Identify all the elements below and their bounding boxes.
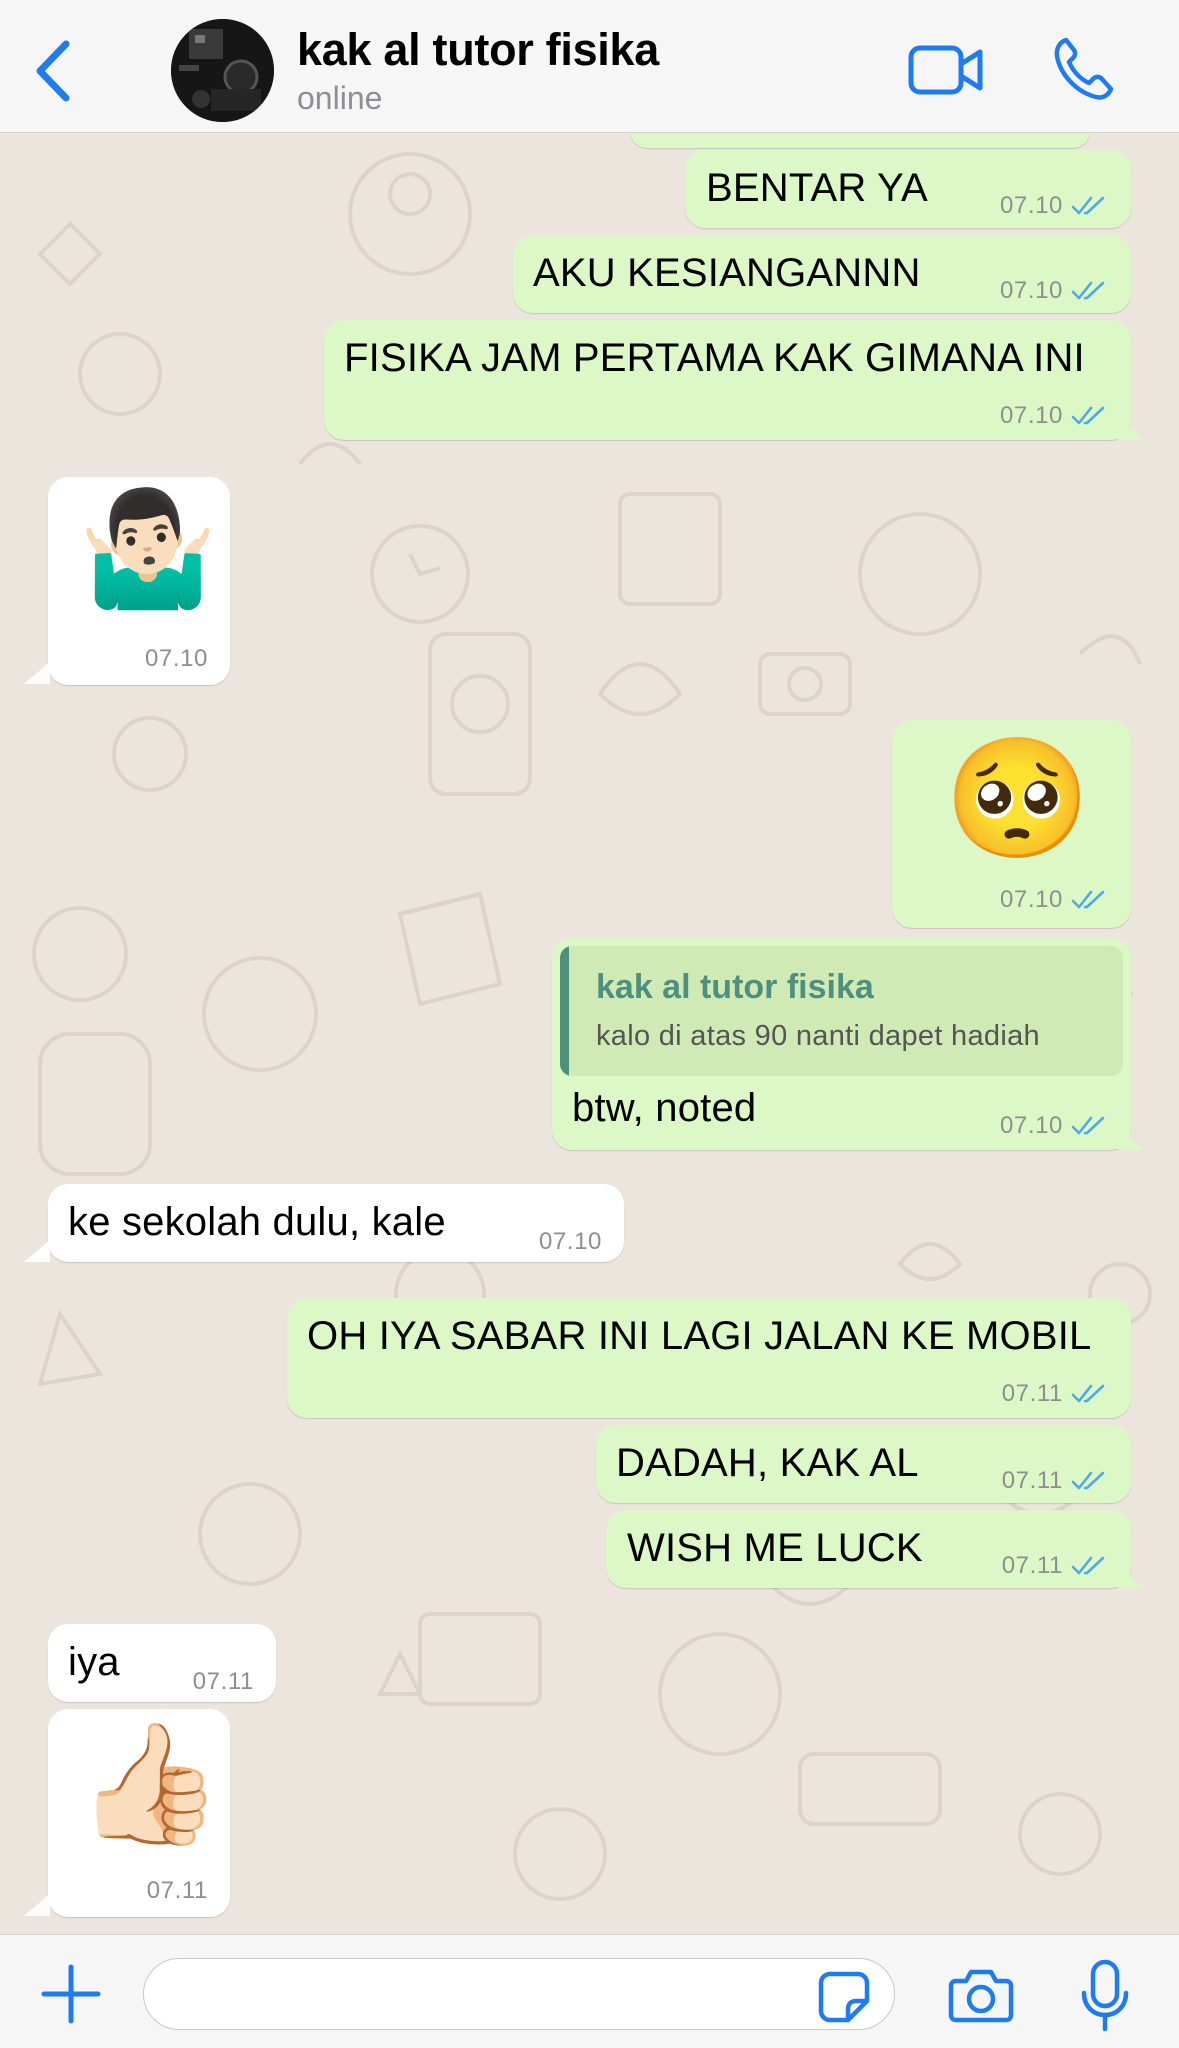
message-bubble-outgoing[interactable]: AKU KESIANGANNN 07.10	[513, 235, 1131, 313]
message-time: 07.10	[999, 1112, 1063, 1139]
message-time: 07.10	[999, 886, 1063, 913]
camera-icon	[948, 1969, 1014, 2023]
message-meta: 07.11	[1002, 1380, 1107, 1408]
read-ticks-icon	[1071, 1116, 1105, 1135]
read-ticks-icon	[1071, 406, 1105, 425]
message-bubble-outgoing[interactable]: WISH ME LUCK 07.11	[606, 1510, 1131, 1588]
chat-area[interactable]: BENTAR YA 07.10 AKU KESIANGANNN 07.10 FI…	[0, 134, 1179, 1934]
contact-avatar[interactable]	[171, 19, 274, 122]
chevron-left-icon	[36, 40, 70, 102]
message-time: 07.10	[999, 402, 1063, 429]
message-text: DADAH, KAK AL	[616, 1441, 919, 1485]
message-meta: 07.10	[145, 645, 208, 673]
read-ticks-icon	[1071, 1384, 1105, 1403]
message-meta: 07.10	[539, 1228, 602, 1256]
message-time: 07.10	[999, 277, 1063, 304]
message-text: FISIKA JAM PERTAMA KAK GIMANA INI	[344, 336, 1085, 380]
read-ticks-icon	[1071, 890, 1105, 909]
back-button[interactable]	[30, 36, 80, 106]
bubble-tail	[24, 662, 50, 684]
message-bubble-outgoing[interactable]: FISIKA JAM PERTAMA KAK GIMANA INI 07.10	[324, 320, 1131, 440]
message-meta: 07.10	[1000, 277, 1107, 305]
message-meta: 07.11	[1002, 1467, 1107, 1495]
quote-bar	[560, 946, 569, 1076]
message-bubble-incoming[interactable]: 🤷🏻‍♂️ 07.10	[48, 477, 230, 685]
sticker-button[interactable]	[818, 1971, 870, 2023]
message-bubble-incoming[interactable]: ke sekolah dulu, kale 07.10	[48, 1184, 624, 1262]
contact-status: online	[297, 80, 383, 116]
message-time: 07.11	[146, 1877, 208, 1904]
message-meta: 07.10	[1000, 886, 1107, 914]
bubble-tail	[1118, 418, 1144, 440]
message-meta: 07.11	[193, 1668, 254, 1696]
message-time: 07.10	[538, 1228, 602, 1255]
message-text: btw, noted	[572, 1086, 757, 1130]
message-bubble-incoming[interactable]: 👍🏻 07.11	[48, 1709, 230, 1917]
read-ticks-icon	[1071, 281, 1105, 300]
sticker-icon	[818, 1971, 870, 2023]
composer-bar	[0, 1934, 1179, 2048]
message-meta: 07.10	[1000, 1112, 1107, 1140]
quoted-sender-name: kak al tutor fisika	[596, 968, 874, 1006]
message-bubble-outgoing[interactable]: BENTAR YA 07.10	[685, 150, 1131, 228]
bubble-tail	[1118, 1128, 1144, 1150]
video-call-button[interactable]	[908, 40, 984, 100]
message-time: 07.10	[999, 192, 1063, 219]
message-text: BENTAR YA	[706, 166, 928, 210]
message-bubble-outgoing[interactable]: DADAH, KAK AL 07.11	[596, 1425, 1131, 1503]
camera-button[interactable]	[948, 1967, 1014, 2023]
message-meta: 07.10	[1000, 402, 1107, 430]
quoted-message[interactable]: kak al tutor fisika kalo di atas 90 nant…	[560, 946, 1123, 1076]
bubble-tail	[24, 1894, 50, 1916]
message-text: iya	[68, 1640, 120, 1684]
attach-button[interactable]	[40, 1963, 102, 2025]
message-text: OH IYA SABAR INI LAGI JALAN KE MOBIL	[307, 1314, 1092, 1358]
message-bubble-outgoing-reply[interactable]: kak al tutor fisika kalo di atas 90 nant…	[552, 938, 1131, 1150]
message-bubble-outgoing[interactable]: OH IYA SABAR INI LAGI JALAN KE MOBIL 07.…	[287, 1298, 1131, 1418]
message-time: 07.11	[1001, 1467, 1063, 1494]
microphone-icon	[1081, 1959, 1129, 2032]
message-bubble-outgoing[interactable]: 🥺 07.10	[892, 720, 1131, 928]
microphone-button[interactable]	[1080, 1959, 1130, 2033]
plus-icon	[41, 1964, 101, 2024]
message-input[interactable]	[143, 1958, 895, 2030]
message-text: AKU KESIANGANNN	[533, 251, 921, 295]
phone-icon	[1054, 37, 1114, 100]
video-camera-icon	[908, 45, 983, 95]
message-time: 07.11	[1001, 1552, 1063, 1579]
bubble-tail	[1118, 1566, 1144, 1588]
message-bubble-incoming[interactable]: iya 07.11	[48, 1624, 276, 1702]
message-bubble-partial[interactable]	[630, 134, 1090, 148]
read-ticks-icon	[1071, 1471, 1105, 1490]
read-ticks-icon	[1071, 1556, 1105, 1575]
message-time: 07.11	[1001, 1380, 1063, 1407]
thumbs-up-emoji: 👍🏻	[76, 1718, 223, 1850]
message-text: ke sekolah dulu, kale	[68, 1200, 446, 1244]
message-meta: 07.11	[1002, 1552, 1107, 1580]
voice-call-button[interactable]	[1052, 36, 1114, 102]
quoted-text: kalo di atas 90 nanti dapet hadiah	[596, 1020, 1040, 1052]
message-text: WISH ME LUCK	[627, 1526, 923, 1570]
message-time: 07.10	[144, 645, 208, 672]
pleading-face-emoji: 🥺	[944, 733, 1091, 865]
chat-header: kak al tutor fisika online	[0, 0, 1179, 133]
read-ticks-icon	[1071, 196, 1105, 215]
bubble-tail	[24, 1240, 50, 1262]
message-time: 07.11	[192, 1668, 254, 1695]
avatar-photo	[171, 19, 274, 122]
contact-name[interactable]: kak al tutor fisika	[297, 24, 659, 76]
message-meta: 07.10	[1000, 192, 1107, 220]
shrug-emoji: 🤷🏻‍♂️	[78, 486, 218, 611]
message-meta: 07.11	[147, 1877, 208, 1905]
